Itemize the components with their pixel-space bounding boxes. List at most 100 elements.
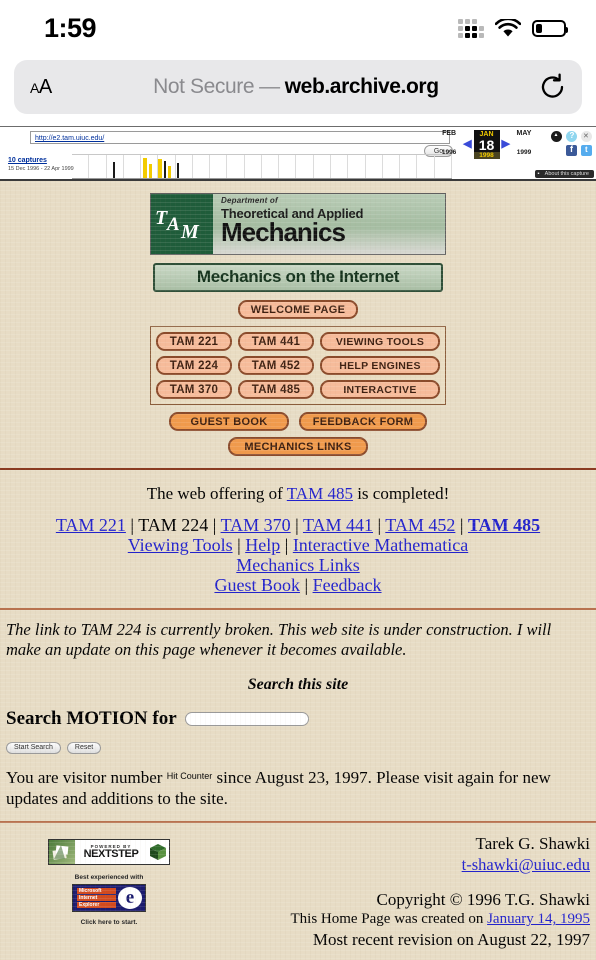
created-date-link[interactable]: January 14, 1995 bbox=[487, 911, 590, 927]
search-form: Search MOTION for bbox=[0, 708, 596, 730]
nav-link-tam-221[interactable]: TAM 221 bbox=[56, 515, 126, 535]
nextstep-brand-label: NEXTSTEP bbox=[83, 848, 139, 861]
header-line-2: Mechanics bbox=[221, 217, 346, 247]
nextstep-badge[interactable]: POWERED BY NEXTSTEP bbox=[48, 839, 170, 866]
wayback-url-input[interactable]: http://e2.tam.uiuc.edu/ bbox=[30, 131, 450, 144]
battery-low-icon bbox=[532, 19, 568, 37]
nav-sep: | bbox=[130, 515, 135, 535]
footer-badges: POWERED BY NEXTSTEP Best experienced wit… bbox=[6, 833, 206, 950]
nav-link-tam-452[interactable]: TAM 452 bbox=[385, 515, 455, 535]
url-separator: — bbox=[259, 75, 280, 98]
prev-capture-arrow[interactable]: ◀ bbox=[463, 139, 471, 150]
address-bar[interactable]: AAAA Not Secure—web.archive.org bbox=[14, 60, 582, 114]
nav-link-guest-book[interactable]: Guest Book bbox=[214, 575, 300, 595]
archived-page-content: T A M Department of Theoretical and Appl… bbox=[0, 181, 596, 960]
wayback-machine-toolbar: http://e2.tam.uiuc.edu/ Go 10 captures 1… bbox=[0, 126, 596, 181]
nav-link-tam-441[interactable]: TAM 441 bbox=[303, 515, 373, 535]
ie-logo-icon: e bbox=[118, 887, 142, 910]
offering-link-tam-485[interactable]: TAM 485 bbox=[287, 484, 353, 503]
nav-link-tam-370[interactable]: TAM 370 bbox=[221, 515, 291, 535]
current-capture-date: JAN 18 1998 bbox=[473, 130, 500, 159]
facebook-icon[interactable] bbox=[566, 144, 577, 156]
revision-text: Most recent revision on August 22, 1997 bbox=[312, 930, 590, 950]
ios-status-bar: 1:59 bbox=[0, 0, 596, 56]
button-interactive[interactable]: Interactive bbox=[320, 380, 440, 399]
security-label: Not Secure bbox=[153, 75, 255, 98]
start-search-button[interactable]: Start Search bbox=[6, 741, 61, 754]
button-mechanics-links[interactable]: Mechanics Links bbox=[228, 437, 368, 456]
safari-toolbar: AAAA Not Secure—web.archive.org bbox=[0, 56, 596, 126]
construction-note: The link to TAM 224 is currently broken.… bbox=[6, 619, 552, 659]
wayback-icon-cluster bbox=[551, 131, 592, 156]
nav-link-feedback[interactable]: Feedback bbox=[313, 575, 382, 595]
nav-link-interactive-mathematica[interactable]: Interactive Mathematica bbox=[293, 535, 468, 555]
next-capture-arrow[interactable]: ▶ bbox=[502, 139, 510, 150]
search-heading: Search this site bbox=[247, 675, 349, 693]
internet-explorer-badge[interactable]: Microsoft Internet Explorer e bbox=[72, 884, 146, 913]
offering-before: The web offering of bbox=[146, 484, 287, 503]
ie-line-3: Explorer bbox=[77, 902, 116, 909]
button-guest-book[interactable]: Guest Book bbox=[169, 412, 289, 431]
click-here-to-start-label[interactable]: Click here to start. bbox=[48, 919, 170, 926]
button-viewing-tools[interactable]: Viewing Tools bbox=[320, 332, 440, 351]
button-tam-221[interactable]: TAM 221 bbox=[156, 332, 232, 351]
prev-capture-group[interactable]: FEB 1996 bbox=[437, 130, 461, 156]
button-tam-224[interactable]: TAM 224 bbox=[156, 356, 232, 375]
author-email-link[interactable]: t-shawki@uiuc.edu bbox=[462, 855, 590, 874]
navigation-button-grid: TAM 221 TAM 441 Viewing Tools TAM 224 TA… bbox=[150, 326, 446, 405]
wayback-timeline[interactable] bbox=[72, 154, 452, 179]
nextstep-art-icon bbox=[49, 840, 75, 865]
wayback-logo-icon[interactable] bbox=[551, 131, 562, 142]
current-day-label: 18 bbox=[478, 137, 495, 153]
close-icon[interactable] bbox=[581, 131, 592, 142]
button-tam-441[interactable]: TAM 441 bbox=[238, 332, 314, 351]
divider-top bbox=[0, 468, 596, 470]
nav-sep: | bbox=[459, 515, 464, 535]
nav-sep: | bbox=[304, 575, 309, 596]
visitor-before: You are visitor number bbox=[6, 767, 167, 787]
best-experienced-label: Best experienced with bbox=[74, 874, 144, 882]
nav-sep: | bbox=[212, 515, 217, 535]
nav-sep: | bbox=[237, 535, 241, 556]
wifi-icon bbox=[495, 18, 521, 36]
department-label: Department of bbox=[221, 196, 278, 205]
ie-text-block: Microsoft Internet Explorer bbox=[73, 887, 118, 909]
button-help-engines[interactable]: Help Engines bbox=[320, 356, 440, 375]
text-size-button[interactable]: AAAA bbox=[30, 76, 52, 99]
url-display[interactable]: Not Secure — web.archive.org bbox=[52, 75, 540, 99]
reload-icon[interactable] bbox=[540, 73, 566, 101]
status-time: 1:59 bbox=[44, 12, 97, 43]
page-footer: POWERED BY NEXTSTEP Best experienced wit… bbox=[0, 833, 596, 950]
next-year-label: 1999 bbox=[516, 149, 532, 156]
nextstep-cube-icon bbox=[147, 840, 169, 865]
cellular-signal-icon bbox=[458, 18, 484, 38]
nav-link-viewing-tools[interactable]: Viewing Tools bbox=[128, 535, 233, 555]
nav-link-help[interactable]: Help bbox=[245, 535, 280, 555]
captures-count[interactable]: 10 captures bbox=[8, 157, 74, 165]
reset-button[interactable]: Reset bbox=[66, 741, 102, 754]
twitter-icon[interactable] bbox=[581, 145, 592, 156]
hit-counter-image-alt: Hit Counter bbox=[166, 770, 213, 781]
wayback-captures-info[interactable]: 10 captures 15 Dec 1996 - 22 Apr 1999 bbox=[8, 157, 74, 173]
divider-bottom bbox=[0, 821, 596, 824]
url-host: web.archive.org bbox=[284, 75, 439, 98]
nav-line-1: TAM 221 | TAM 224 | TAM 370 | TAM 441 | … bbox=[0, 515, 596, 535]
nav-link-mechanics-links[interactable]: Mechanics Links bbox=[236, 555, 359, 575]
search-label: Search MOTION for bbox=[6, 707, 177, 729]
button-tam-452[interactable]: TAM 452 bbox=[238, 356, 314, 375]
button-tam-370[interactable]: TAM 370 bbox=[156, 380, 232, 399]
nav-line-2: Viewing Tools | Help | Interactive Mathe… bbox=[0, 535, 596, 555]
wayback-date-navigator[interactable]: FEB 1996 ◀ JAN 18 1998 ▶ MAY 1999 bbox=[437, 130, 536, 159]
prev-year-label: 1996 bbox=[441, 149, 457, 156]
button-feedback-form[interactable]: Feedback Form bbox=[299, 412, 427, 431]
nav-link-tam-485[interactable]: TAM 485 bbox=[468, 515, 540, 535]
welcome-page-button[interactable]: Welcome Page bbox=[238, 300, 358, 319]
button-tam-485[interactable]: TAM 485 bbox=[238, 380, 314, 399]
site-header-title: Department of Theoretical and Applied Me… bbox=[213, 194, 445, 254]
next-capture-group[interactable]: MAY 1999 bbox=[512, 130, 536, 156]
search-input[interactable] bbox=[184, 711, 309, 726]
help-icon[interactable] bbox=[566, 131, 577, 142]
created-before: This Home Page was created on bbox=[290, 911, 488, 928]
text-navigation-links: TAM 221 | TAM 224 | TAM 370 | TAM 441 | … bbox=[0, 515, 596, 596]
about-this-capture-button[interactable]: About this capture bbox=[534, 170, 594, 178]
